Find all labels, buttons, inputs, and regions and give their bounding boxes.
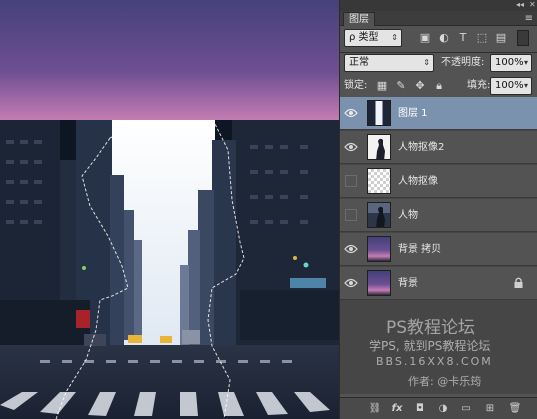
type-filter-icon[interactable]: T — [456, 31, 470, 45]
divider — [340, 52, 537, 53]
lock-all-icon[interactable]: 🔒︎ — [432, 79, 446, 93]
layer-name: 背景 拷贝 — [398, 244, 442, 255]
visibility-toggle-off[interactable] — [345, 175, 357, 187]
fx-icon[interactable]: fx — [390, 402, 404, 416]
new-layer-icon[interactable]: ⊞ — [483, 402, 497, 416]
canvas-image — [0, 0, 339, 419]
eye-icon[interactable] — [344, 277, 358, 289]
lock-transparent-pixels-icon[interactable]: ▦ — [375, 79, 389, 93]
group-icon[interactable]: ▭ — [459, 402, 473, 416]
adjustment-filter-icon[interactable]: ◐ — [437, 31, 451, 45]
street-cutout-thumbnail — [367, 100, 391, 126]
watermark-url: BBS.16XX8.COM — [376, 355, 493, 368]
layers-bottom-toolbar: ⛓ fx ◘ ◑ ▭ ⊞ 🗑︎ — [340, 397, 537, 419]
filter-toggle-switch[interactable] — [517, 30, 529, 46]
layer-row[interactable]: 人物抠像 — [340, 165, 537, 198]
tab-layers[interactable]: 图层 — [343, 12, 375, 26]
watermark-slogan: 学PS, 就到PS教程论坛 — [369, 339, 491, 353]
panel-top-strip: ◂◂ ✕ — [340, 0, 537, 11]
lock-row: 锁定: ▦ ✎ ✥ 🔒︎ 填充: 100% ▾ — [340, 77, 537, 97]
chevron-down-icon: ▾ — [523, 58, 528, 67]
close-panel-button[interactable]: ✕ — [529, 0, 536, 10]
layer-row[interactable]: 人物 — [340, 199, 537, 232]
layer-row[interactable]: 背景 — [340, 267, 537, 300]
sky-thumbnail — [367, 236, 391, 262]
lock-label: 锁定: — [344, 80, 368, 91]
layer-row[interactable]: 图层 1 — [340, 97, 537, 130]
blend-mode-value: 正常 — [349, 57, 369, 68]
document-canvas[interactable] — [0, 0, 339, 419]
eye-icon[interactable] — [344, 243, 358, 255]
layer-name: 图层 1 — [398, 108, 428, 119]
blend-row: 正常 ⇕ 不透明度: 100% ▾ — [340, 54, 537, 74]
watermark-title: PS教程论坛 — [386, 318, 476, 338]
filter-kind-dropdown[interactable]: ρ 类型 ⇕ — [344, 29, 402, 47]
opacity-label: 不透明度: — [441, 57, 485, 68]
fill-value: 100% — [495, 80, 524, 91]
layer-name: 背景 — [398, 278, 418, 289]
chevron-down-icon: ▾ — [523, 81, 528, 90]
sky-thumbnail — [367, 270, 391, 296]
eye-icon[interactable] — [344, 141, 358, 153]
lock-position-icon[interactable]: ✥ — [413, 79, 427, 93]
image-filter-icon[interactable]: ▣ — [418, 31, 432, 45]
person-photo-thumbnail — [367, 202, 391, 228]
layer-name: 人物抠像2 — [398, 142, 445, 153]
opacity-value: 100% — [495, 57, 524, 68]
lock-icon — [514, 277, 523, 288]
layer-name: 人物抠像 — [398, 176, 438, 187]
chevron-updown-icon: ⇕ — [423, 58, 430, 67]
link-icon[interactable]: ⛓ — [368, 402, 382, 416]
layer-row[interactable]: 背景 拷贝 — [340, 233, 537, 266]
eye-icon[interactable] — [344, 107, 358, 119]
smart-object-filter-icon[interactable]: ▤ — [494, 31, 508, 45]
shape-filter-icon[interactable]: ⬚ — [475, 31, 489, 45]
lock-image-pixels-icon[interactable]: ✎ — [394, 79, 408, 93]
adjustment-icon[interactable]: ◑ — [436, 402, 450, 416]
filter-kind-label: ρ 类型 — [349, 32, 379, 43]
layer-row[interactable]: 人物抠像2 — [340, 131, 537, 164]
watermark-author: 作者: @卡乐筠 — [408, 375, 482, 388]
blend-mode-dropdown[interactable]: 正常 ⇕ — [344, 54, 434, 72]
layer-name: 人物 — [398, 210, 418, 221]
person-silhouette-thumbnail — [367, 134, 391, 160]
panel-tab-bar: 图层 ≡ — [340, 11, 537, 26]
fill-field[interactable]: 100% ▾ — [490, 77, 532, 95]
opacity-field[interactable]: 100% ▾ — [490, 54, 532, 72]
mask-icon[interactable]: ◘ — [413, 402, 427, 416]
trash-icon[interactable]: 🗑︎ — [508, 402, 522, 416]
transparent-thumbnail — [367, 168, 391, 194]
filter-row: ρ 类型 ⇕ ▣ ◐ T ⬚ ▤ — [340, 29, 537, 49]
fill-label: 填充: — [467, 80, 491, 91]
visibility-toggle-off[interactable] — [345, 209, 357, 221]
collapse-panel-button[interactable]: ◂◂ — [516, 0, 524, 10]
panel-menu-icon[interactable]: ≡ — [525, 12, 533, 25]
chevron-updown-icon: ⇕ — [391, 33, 398, 42]
